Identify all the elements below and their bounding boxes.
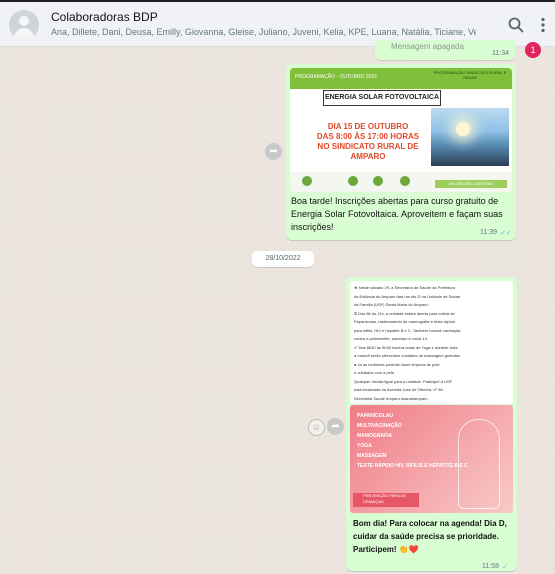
poster-date-line: NO SINDICATO RURAL DE xyxy=(317,142,419,151)
read-receipt-icon: ✓ xyxy=(502,564,508,571)
poster-band-right: PROGRAMAÇÃO SINDICATO RURAL E SENAR xyxy=(433,70,507,80)
announcement-line: e cuidados com a pele. xyxy=(354,370,396,375)
sponsor-logo xyxy=(373,176,383,186)
search-icon[interactable] xyxy=(507,16,525,34)
emoji-react-icon[interactable]: ☺ xyxy=(308,419,325,436)
announcement-line: ✔ Das 8h30 às 9h30 haverá aulas de Yoga … xyxy=(354,344,458,350)
announcement-line: está localizada na Avenida José de Olive… xyxy=(354,387,444,392)
notification-badge[interactable]: 1 xyxy=(525,42,541,58)
sponsor-logo xyxy=(400,176,410,186)
announcement-line: ★ Neste sábado 29, a Secretaria de Saúde… xyxy=(354,285,455,290)
poster-date-line: DAS 8:00 ÀS 17:00 HORAS xyxy=(316,132,420,141)
poster-item: MULTIVACINAÇÃO xyxy=(357,423,402,429)
message-time: 11:58 xyxy=(482,563,499,570)
poster-tag: PREVENÇÃO PARA AS CRIANÇAS xyxy=(353,493,419,507)
message-time: 11:39 xyxy=(480,229,497,236)
read-receipt-icon: ✓✓ xyxy=(500,230,512,237)
announcement-line: a manhã serão oferecidos cuidados de mas… xyxy=(354,353,462,358)
announcement-line: ⏲ Das 8h às 11h, a unidade estará aberta… xyxy=(354,310,455,316)
announcement-line: ● Já as mulheres poderão fazer limpeza d… xyxy=(354,361,440,367)
announcement-text-image[interactable]: ★ Neste sábado 29, a Secretaria de Saúde… xyxy=(350,281,513,404)
announcement-line: contra a poliomielite, sarampo e covid-1… xyxy=(354,336,429,341)
poster-date-line: DIA 15 DE OUTUBRO xyxy=(327,122,409,131)
announcement-line: da Estância de Amparo fará um dia D na U… xyxy=(354,293,461,299)
group-members[interactable]: Ana, Dillete, Dani, Deusa, Emilly, Giova… xyxy=(51,27,476,37)
poster-item: MASSAGEM xyxy=(357,453,387,459)
announcement-line: Secretaria Saúde Amparo #saudeamparo xyxy=(354,395,428,401)
poster-item: PAPANICOLAU xyxy=(357,413,393,419)
sponsor-logo xyxy=(302,176,312,186)
group-avatar[interactable] xyxy=(9,10,39,40)
date-separator: 28/10/2022 xyxy=(252,251,314,267)
announcement-line: Qualquer dúvida ligue para a unidade. Pa… xyxy=(354,378,453,384)
event-poster-image[interactable]: PROGRAMAÇÃO - OUTUBRO 2022 PROGRAMAÇÃO S… xyxy=(290,68,512,192)
announcement-line: para sífilis, HIV e hepatite B e C. Tamb… xyxy=(354,327,461,333)
announcement-line: da Família (USF) Santa Maria do Amparo. xyxy=(354,302,429,307)
poster-band-left: PROGRAMAÇÃO - OUTUBRO 2022 xyxy=(295,74,377,80)
poster-item: MAMOGRAFIA xyxy=(357,433,392,439)
message-bubble-deleted[interactable]: Mensagem apagada 11:34 xyxy=(375,40,515,60)
message-text: Bom dia! Para colocar na agenda! Dia D, … xyxy=(353,519,507,554)
poster-date-line: AMPARO xyxy=(350,152,386,161)
solar-panel-photo xyxy=(431,108,509,166)
deleted-label: Mensagem apagada xyxy=(391,42,464,51)
message-time: 11:34 xyxy=(492,50,509,57)
poster-item: TESTE RÁPIDO HIV, SÍFILIS E HEPATITE B E… xyxy=(357,463,468,469)
announcement-line: Papanicolau, rastreamento de mamografia … xyxy=(354,319,455,324)
sponsor-logo xyxy=(348,176,358,186)
health-day-poster[interactable]: PREVENÇÃO PARA AS CRIANÇAS PAPANICOLAU MU… xyxy=(350,405,513,513)
poster-item: YOGA xyxy=(357,443,372,449)
menu-dots-icon[interactable] xyxy=(534,16,552,34)
poster-badge: INSCRIÇÕES ABERTAS xyxy=(435,180,507,188)
group-name[interactable]: Colaboradoras BDP xyxy=(51,10,158,24)
poster-title: ENERGIA SOLAR FOTOVOLTAICA xyxy=(323,90,441,106)
forward-icon[interactable]: ➦ xyxy=(265,143,282,160)
forward-icon[interactable]: ➦ xyxy=(327,418,344,435)
